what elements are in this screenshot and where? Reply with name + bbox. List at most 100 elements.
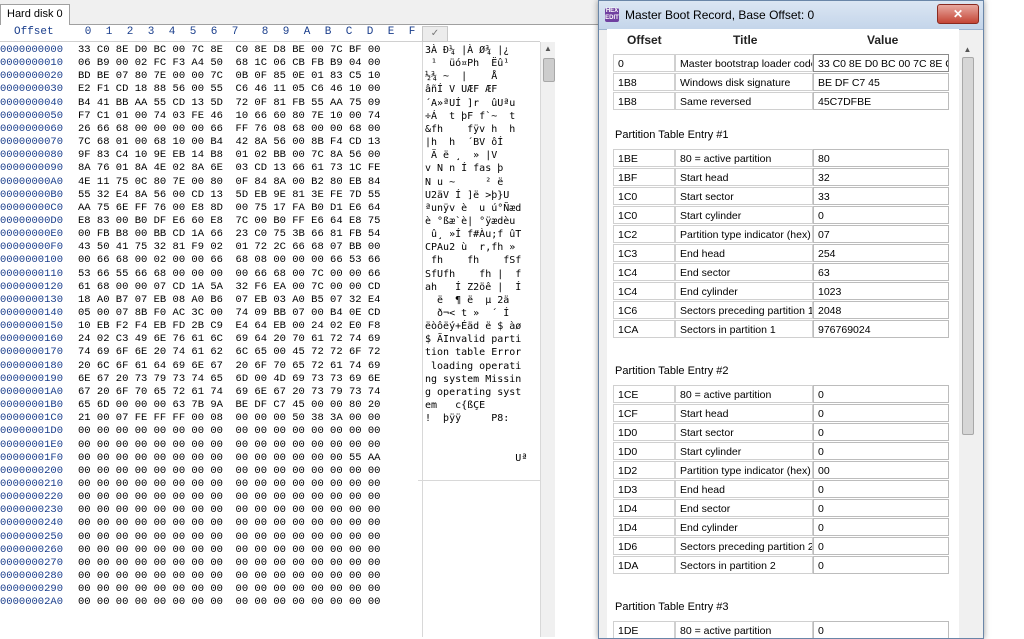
table-row[interactable]: 1D3 End head 0 — [607, 480, 959, 498]
ascii-row[interactable]: ÷Á t þF f`~ t — [425, 110, 515, 123]
hex-bytes-row[interactable]: 18 A0 B7 07 EB 08 A0 B6 07 EB 03 A0 B5 0… — [78, 294, 380, 307]
table-row[interactable]: 1D6 Sectors preceding partition 20 — [607, 537, 959, 555]
table-row[interactable]: 1C6 Sectors preceding partition 1 2048 — [607, 301, 959, 319]
value-field[interactable]: 0 — [813, 442, 949, 460]
scroll-up-arrow-icon[interactable]: ▲ — [542, 43, 554, 55]
value-field[interactable]: 0 — [813, 423, 949, 441]
ascii-row[interactable]: Uª — [425, 452, 527, 465]
table-row[interactable]: 1D0 Start sector 0 — [607, 423, 959, 441]
hex-bytes-row[interactable]: 00 00 00 00 00 00 00 00 00 00 00 00 00 0… — [78, 465, 380, 478]
table-row[interactable]: 1DA Sectors in partition 20 — [607, 556, 959, 574]
hex-bytes-row[interactable]: 9F 83 C4 10 9E EB 14 B8 01 02 BB 00 7C 8… — [78, 149, 380, 162]
ascii-row[interactable]: ´A»ªUÍ ]r ûUªu — [425, 97, 515, 110]
hex-bytes-row[interactable]: 74 69 6F 6E 20 74 61 62 6C 65 00 45 72 7… — [78, 346, 380, 359]
ascii-row[interactable]: |h h ´BV ôÍ — [425, 136, 503, 149]
hex-bytes-row[interactable]: B4 41 BB AA 55 CD 13 5D 72 0F 81 FB 55 A… — [78, 97, 380, 110]
value-field[interactable]: 0 — [813, 537, 949, 555]
ascii-row[interactable]: Ä ë ¸ » |V — [425, 149, 497, 162]
hex-bytes-row[interactable]: 00 00 00 00 00 00 00 00 00 00 00 00 00 0… — [78, 531, 380, 544]
table-row[interactable]: 1C2 Partition type indicator (hex) 07 — [607, 225, 959, 243]
ascii-row[interactable]: ¹ üó¤Ph Ëû¹ — [425, 57, 509, 70]
hex-bytes-row[interactable]: 00 00 00 00 00 00 00 00 00 00 00 00 00 0… — [78, 478, 380, 491]
hex-bytes-row[interactable]: 55 32 E4 8A 56 00 CD 13 5D EB 9E 81 3E F… — [78, 189, 380, 202]
ascii-row[interactable]: âñÍ V UÆF ÆF — [425, 83, 497, 96]
table-row[interactable]: 1D0 Start cylinder 0 — [607, 442, 959, 460]
ascii-row[interactable]: em c{ßÇE — [425, 399, 485, 412]
hex-bytes-row[interactable]: 00 00 00 00 00 00 00 00 00 00 00 00 00 0… — [78, 439, 380, 452]
hex-bytes-row[interactable]: 00 FB B8 00 BB CD 1A 66 23 C0 75 3B 66 8… — [78, 228, 380, 241]
hex-bytes-row[interactable]: 26 66 68 00 00 00 00 66 FF 76 08 68 00 0… — [78, 123, 380, 136]
table-row[interactable]: 1CF Start head 0 — [607, 404, 959, 422]
value-field[interactable]: 0 — [813, 385, 949, 403]
ascii-row[interactable]: è °ßæ`è| °ÿædèu — [425, 215, 515, 228]
hex-bytes-row[interactable]: AA 75 6E FF 76 00 E8 8D 00 75 17 FA B0 D… — [78, 202, 380, 215]
value-field[interactable]: 33 — [813, 187, 949, 205]
value-field[interactable]: BE DF C7 45 — [813, 73, 949, 91]
table-row[interactable]: 1C3 End head 254 — [607, 244, 959, 262]
table-row[interactable]: 1DE 80 = active partition 0 — [607, 621, 959, 638]
ascii-row[interactable]: loading operati — [425, 360, 521, 373]
scroll-up-arrow-icon[interactable]: ▲ — [962, 45, 973, 55]
table-row[interactable]: 1BE 80 = active partition 80 — [607, 149, 959, 167]
value-field[interactable]: 0 — [813, 206, 949, 224]
table-row[interactable]: 1B8 Same reversed 45C7DFBE — [607, 92, 959, 110]
ascii-row[interactable]: ng system Missin — [425, 373, 521, 386]
ascii-row[interactable]: tion table Error — [425, 346, 521, 359]
hex-bytes-row[interactable]: 00 00 00 00 00 00 00 00 00 00 00 00 00 0… — [78, 596, 380, 609]
value-field[interactable]: 254 — [813, 244, 949, 262]
value-field[interactable]: 976769024 — [813, 320, 949, 338]
ascii-row[interactable]: ð¬< t » ´ Í — [425, 307, 509, 320]
ascii-row[interactable]: ªunÿv è u ú°Ñæd — [425, 202, 521, 215]
scroll-thumb[interactable] — [962, 57, 974, 435]
ascii-row[interactable]: ë ¶ ë µ 2ä — [425, 294, 509, 307]
value-field[interactable]: 45C7DFBE — [813, 92, 949, 110]
table-row[interactable]: 1C0 Start cylinder 0 — [607, 206, 959, 224]
table-row[interactable]: 1C4 End sector 63 — [607, 263, 959, 281]
table-row[interactable]: 1C4 End cylinder 1023 — [607, 282, 959, 300]
ascii-row[interactable]: SfUfh fh | f — [425, 268, 521, 281]
hex-bytes-row[interactable]: 33 C0 8E D0 BC 00 7C 8E C0 8E D8 BE 00 7… — [78, 44, 380, 57]
value-field[interactable]: 63 — [813, 263, 949, 281]
value-field[interactable]: 0 — [813, 480, 949, 498]
hex-bytes-row[interactable]: 00 00 00 00 00 00 00 00 00 00 00 00 00 0… — [78, 570, 380, 583]
scroll-thumb[interactable] — [543, 58, 555, 82]
hex-bytes-row[interactable]: 00 00 00 00 00 00 00 00 00 00 00 00 00 0… — [78, 544, 380, 557]
hex-bytes-row[interactable]: 00 00 00 00 00 00 00 00 00 00 00 00 00 0… — [78, 425, 380, 438]
value-field[interactable]: 0 — [813, 404, 949, 422]
hex-bytes-row[interactable]: 00 00 00 00 00 00 00 00 00 00 00 00 00 0… — [78, 504, 380, 517]
table-row[interactable]: 1D2 Partition type indicator (hex) 00 — [607, 461, 959, 479]
ascii-row[interactable]: &fh fÿv h h — [425, 123, 515, 136]
ascii-row[interactable]: û¸ »Í f#Àu;f ûT — [425, 228, 521, 241]
value-field[interactable]: 0 — [813, 556, 949, 574]
ascii-row[interactable]: v N n Í fas þ — [425, 162, 503, 175]
value-field[interactable]: 0 — [813, 499, 949, 517]
value-field[interactable]: 1023 — [813, 282, 949, 300]
hex-bytes-row[interactable]: E2 F1 CD 18 88 56 00 55 C6 46 11 05 C6 4… — [78, 83, 380, 96]
hex-bytes-row[interactable]: 67 20 6F 70 65 72 61 74 69 6E 67 20 73 7… — [78, 386, 380, 399]
table-row[interactable]: 1CE 80 = active partition 0 — [607, 385, 959, 403]
value-field[interactable]: 00 — [813, 461, 949, 479]
hex-bytes-row[interactable]: 20 6C 6F 61 64 69 6E 67 20 6F 70 65 72 6… — [78, 360, 380, 373]
table-row[interactable]: 0 Master bootstrap loader code 33 C0 8E D0… — [607, 54, 959, 72]
hex-bytes-row[interactable]: 4E 11 75 0C 80 7E 00 80 0F 84 8A 00 B2 8… — [78, 176, 380, 189]
hex-bytes-row[interactable]: 00 00 00 00 00 00 00 00 00 00 00 00 00 0… — [78, 517, 380, 530]
value-field[interactable]: 0 — [813, 621, 949, 638]
hex-bytes-row[interactable]: 6E 67 20 73 79 73 74 65 6D 00 4D 69 73 7… — [78, 373, 380, 386]
hex-bytes-row[interactable]: 43 50 41 75 32 81 F9 02 01 72 2C 66 68 0… — [78, 241, 380, 254]
hex-bytes-row[interactable]: 00 00 00 00 00 00 00 00 00 00 00 00 00 0… — [78, 583, 380, 596]
value-field[interactable]: 07 — [813, 225, 949, 243]
value-field[interactable]: 33 C0 8E D0 BC 00 7C 8E C0 — [813, 54, 949, 72]
hex-bytes-row[interactable]: 00 00 00 00 00 00 00 00 00 00 00 00 00 0… — [78, 452, 380, 465]
ascii-row[interactable]: fh fh fSf — [425, 254, 521, 267]
value-field[interactable]: 2048 — [813, 301, 949, 319]
hex-bytes-row[interactable]: 05 00 07 8B F0 AC 3C 00 74 09 BB 07 00 B… — [78, 307, 380, 320]
table-row[interactable]: 1BF Start head 32 — [607, 168, 959, 186]
ascii-row[interactable]: ! þÿÿ P8: — [425, 412, 509, 425]
table-row[interactable]: 1CA Sectors in partition 1 976769024 — [607, 320, 959, 338]
hex-bytes-column[interactable]: 33 C0 8E D0 BC 00 7C 8E C0 8E D8 BE 00 7… — [78, 42, 418, 637]
hex-bytes-row[interactable]: 10 EB F2 F4 EB FD 2B C9 E4 64 EB 00 24 0… — [78, 320, 380, 333]
value-field[interactable]: 32 — [813, 168, 949, 186]
hex-bytes-row[interactable]: 06 B9 00 02 FC F3 A4 50 68 1C 06 CB FB B… — [78, 57, 380, 70]
ascii-row[interactable]: ah Í Z2öê | Í — [425, 281, 521, 294]
hex-bytes-row[interactable]: 00 00 00 00 00 00 00 00 00 00 00 00 00 0… — [78, 557, 380, 570]
